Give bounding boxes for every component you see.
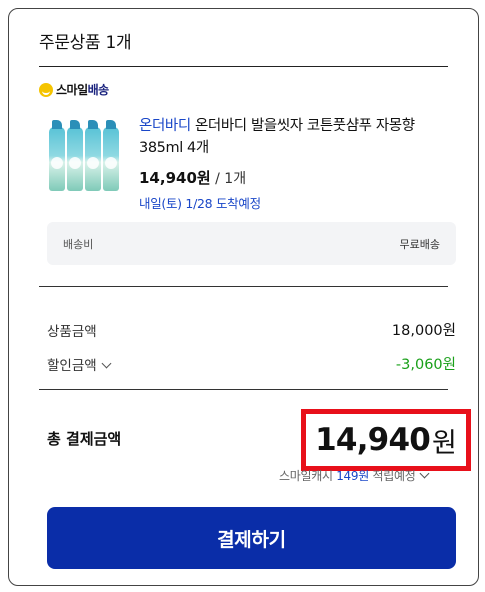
chevron-down-icon[interactable] [101, 358, 112, 368]
product-thumbnail[interactable] [47, 117, 121, 191]
divider [39, 66, 448, 67]
order-items-title: 주문상품 1개 [39, 33, 132, 53]
bottle-icon [85, 120, 101, 191]
product-brand[interactable]: 온더바디 [139, 118, 191, 134]
product-name[interactable]: 온더바디 온더바디 발을씻자 코튼풋샴푸 자몽향 385ml 4개 [139, 115, 444, 159]
smile-delivery-label: 스마일배송 [56, 83, 109, 97]
order-summary-card: 주문상품 1개 스마일배송 온더바디 온더바디 발을씻자 코튼풋샴푸 자몽향 3… [8, 8, 479, 586]
shipping-fee-label: 배송비 [63, 237, 94, 251]
shipping-fee-value: 무료배송 [399, 237, 440, 251]
discount-row: 할인금액 -3,060원 [47, 353, 456, 374]
shipping-fee-box: 배송비 무료배송 [47, 222, 456, 265]
chevron-down-icon[interactable] [420, 468, 430, 479]
total-amount: 14,940 원 [301, 409, 471, 471]
bottle-icon [49, 120, 65, 191]
smile-icon [39, 82, 53, 97]
pay-button[interactable]: 결제하기 [47, 507, 456, 569]
product-qty: / 1개 [210, 171, 247, 187]
delivery-eta: 내일(토) 1/28 도착예정 [139, 196, 261, 211]
subtotal-label: 상품금액 [47, 323, 97, 340]
total-amount-unit: 원 [431, 427, 457, 459]
divider [39, 286, 448, 287]
total-amount-number: 14,940 [315, 422, 431, 458]
product-price-line: 14,940원 / 1개 [139, 167, 246, 188]
discount-value: -3,060원 [395, 357, 456, 373]
divider [39, 389, 448, 390]
bottle-icon [103, 120, 119, 191]
product-price: 14,940원 [139, 169, 211, 187]
smile-delivery-badge: 스마일배송 [39, 81, 109, 98]
subtotal-value: 18,000원 [391, 323, 456, 339]
discount-toggle[interactable]: 할인금액 [47, 354, 112, 374]
cashback-info[interactable]: 스마일캐시 149원 적립예정 [279, 467, 430, 484]
bottle-icon [67, 120, 83, 191]
subtotal-row: 상품금액 18,000원 [47, 319, 456, 340]
total-label: 총 결제금액 [47, 430, 122, 448]
